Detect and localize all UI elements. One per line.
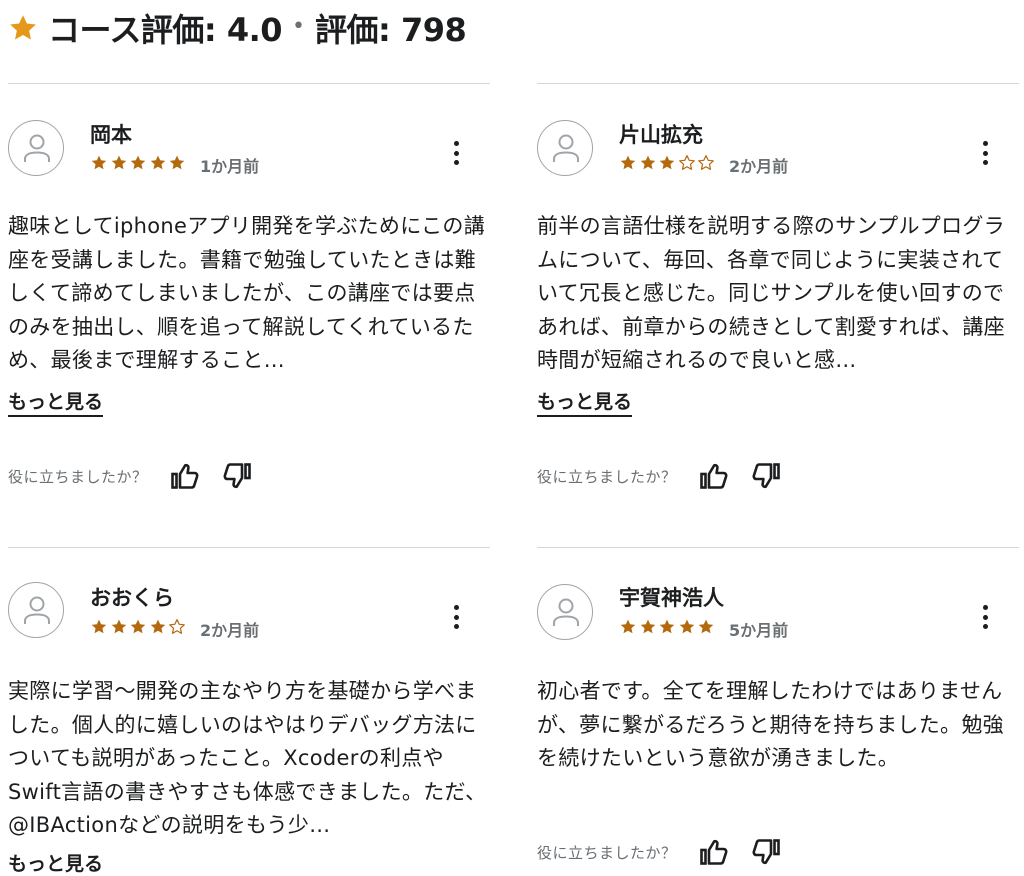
star-filled-icon — [91, 155, 107, 170]
review-card: 岡本 1か月前 趣味としてiphoneアプリ開発を学ぶためにこの講座を受講しまし… — [8, 83, 490, 503]
reviewer-name: 片山拡充 — [619, 123, 703, 147]
helpful-row: 役に立ちましたか？ — [537, 461, 781, 491]
helpful-label: 役に立ちましたか？ — [8, 467, 148, 486]
review-card: 片山拡充 2か月前 前半の言語仕様を説明する際のサンプルプログラムについて、毎回… — [537, 83, 1019, 503]
see-more-link[interactable]: もっと見る — [8, 849, 103, 876]
star-filled-icon — [150, 619, 165, 634]
thumbs-down-icon[interactable] — [751, 461, 781, 491]
user-icon — [24, 596, 50, 624]
star-filled-icon — [620, 155, 636, 170]
thumbs-up-icon[interactable] — [699, 837, 729, 867]
avatar — [537, 120, 593, 176]
star-rating — [90, 618, 188, 636]
review-date: 5か月前 — [729, 621, 789, 640]
see-more-link[interactable]: もっと見る — [8, 387, 104, 417]
more-vertical-icon[interactable] — [975, 138, 995, 168]
star-filled-icon — [659, 619, 675, 634]
divider — [537, 547, 1019, 548]
star-filled-icon — [111, 619, 126, 634]
star-empty-icon — [678, 155, 695, 170]
thumbs-up-icon[interactable] — [699, 461, 729, 491]
review-body: 実際に学習〜開発の主なやり方を基礎から学べました。個人的に嬉しいのはやはりデバッ… — [8, 679, 487, 837]
review-card: 宇賀神浩人 5か月前 初心者です。全てを理解したわけではありませんが、夢に繋がる… — [537, 547, 1019, 876]
divider — [8, 547, 490, 548]
divider — [537, 83, 1019, 84]
helpful-row: 役に立ちましたか？ — [8, 461, 252, 491]
review-body: 初心者です。全てを理解したわけではありませんが、夢に繋がるだろうと期待を持ちまし… — [537, 679, 1004, 770]
helpful-row: 役に立ちましたか？ — [537, 837, 781, 867]
star-filled-icon — [111, 155, 126, 170]
more-vertical-icon[interactable] — [446, 602, 466, 632]
reviewer-name: 宇賀神浩人 — [619, 586, 724, 610]
star-filled-icon — [679, 619, 694, 634]
star-filled-icon — [130, 619, 146, 634]
star-filled-icon — [150, 155, 165, 170]
course-rating-label: コース評価: 4.0 — [48, 11, 283, 49]
reviewer-name: おおくら — [90, 586, 174, 610]
star-filled-icon — [640, 619, 655, 634]
avatar — [537, 584, 593, 640]
star-icon — [10, 15, 36, 40]
star-filled-icon — [169, 155, 185, 170]
review-date: 2か月前 — [729, 157, 789, 176]
star-filled-icon — [698, 619, 714, 634]
review-body: 前半の言語仕様を説明する際のサンプルプログラムについて、毎回、各章で同じように実… — [537, 214, 1005, 372]
avatar — [8, 582, 64, 638]
star-rating — [90, 154, 188, 172]
helpful-label: 役に立ちましたか？ — [537, 843, 677, 862]
thumbs-down-icon[interactable] — [751, 837, 781, 867]
star-filled-icon — [130, 155, 146, 170]
more-vertical-icon[interactable] — [446, 138, 466, 168]
see-more-link[interactable]: もっと見る — [537, 387, 633, 417]
review-body: 趣味としてiphoneアプリ開発を学ぶためにこの講座を受講しました。書籍で勉強し… — [8, 214, 485, 372]
user-icon — [553, 134, 579, 162]
avatar — [8, 120, 64, 176]
more-vertical-icon[interactable] — [975, 602, 995, 632]
thumbs-up-icon[interactable] — [170, 461, 200, 491]
user-icon — [553, 598, 579, 626]
review-date: 1か月前 — [200, 157, 260, 176]
review-date: 2か月前 — [200, 621, 260, 640]
star-empty-icon — [698, 155, 714, 170]
reviewer-name: 岡本 — [90, 123, 132, 147]
user-icon — [24, 134, 50, 162]
star-rating — [619, 154, 717, 172]
separator-dot: • — [292, 13, 306, 39]
rating-count-label: 評価: 798 — [315, 11, 467, 49]
thumbs-down-icon[interactable] — [222, 461, 252, 491]
star-empty-icon — [169, 619, 185, 634]
star-rating — [619, 618, 717, 636]
star-filled-icon — [91, 619, 107, 634]
rating-header: コース評価: 4.0 • 評価: 798 — [8, 6, 467, 50]
divider — [8, 83, 490, 84]
star-filled-icon — [640, 155, 655, 170]
star-filled-icon — [620, 619, 636, 634]
star-filled-icon — [659, 155, 675, 170]
helpful-label: 役に立ちましたか？ — [537, 467, 677, 486]
review-card: おおくら 2か月前 実際に学習〜開発の主なやり方を基礎から学べました。個人的に嬉… — [8, 547, 490, 876]
